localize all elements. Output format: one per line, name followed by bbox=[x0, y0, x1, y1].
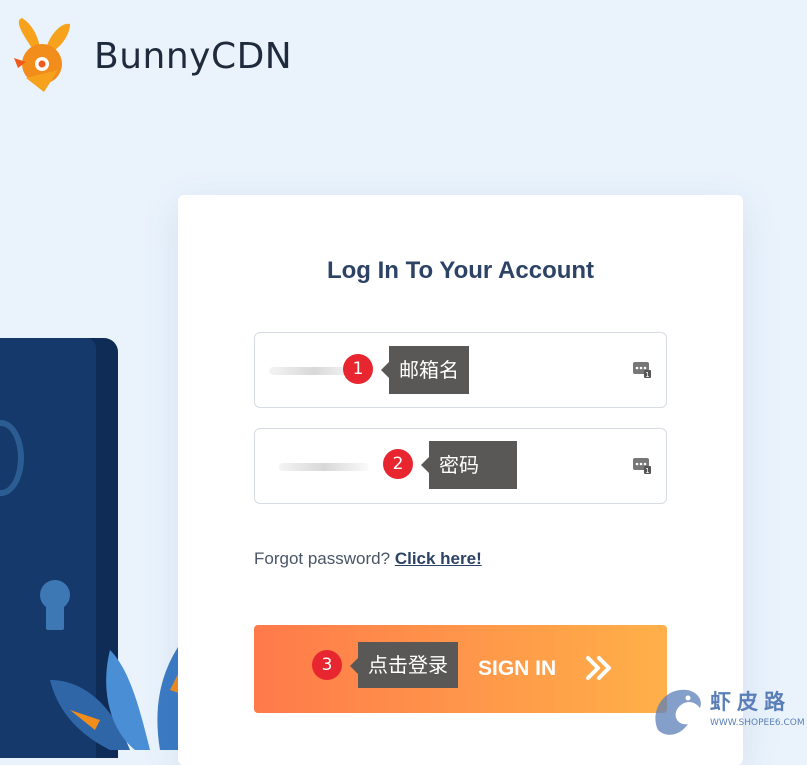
annotation-badge-1: 1 bbox=[343, 354, 373, 384]
annotation-badge-2: 2 bbox=[383, 449, 413, 479]
forgot-password: Forgot password? Click here! bbox=[254, 549, 482, 569]
annotation-tip-login: 点击登录 bbox=[350, 642, 458, 688]
watermark-url: WWW.SHOPEE6.COM bbox=[710, 718, 805, 728]
sign-in-label: SIGN IN bbox=[478, 657, 557, 680]
annotation-badge-3: 3 bbox=[312, 650, 342, 680]
double-chevron-right-icon bbox=[586, 656, 611, 680]
brand-logo[interactable]: BunnyCDN bbox=[12, 18, 292, 94]
redacted-password bbox=[279, 463, 369, 471]
login-title: Log In To Your Account bbox=[326, 257, 595, 284]
annotation-tip-password: 密码 bbox=[421, 441, 517, 489]
password-manager-key-icon[interactable]: 1 bbox=[632, 455, 652, 475]
svg-text:1: 1 bbox=[645, 467, 649, 475]
dragon-watermark-icon bbox=[655, 689, 701, 735]
annotation-tip-email: 邮箱名 bbox=[381, 346, 469, 394]
forgot-password-link[interactable]: Click here! bbox=[395, 549, 482, 568]
bunny-logo-icon bbox=[14, 18, 70, 92]
password-manager-key-icon[interactable]: 1 bbox=[632, 359, 652, 379]
forgot-text: Forgot password? bbox=[254, 549, 391, 568]
brand-name: BunnyCDN bbox=[94, 35, 293, 77]
svg-text:1: 1 bbox=[645, 371, 649, 379]
watermark-title: 虾皮路 bbox=[710, 690, 791, 714]
